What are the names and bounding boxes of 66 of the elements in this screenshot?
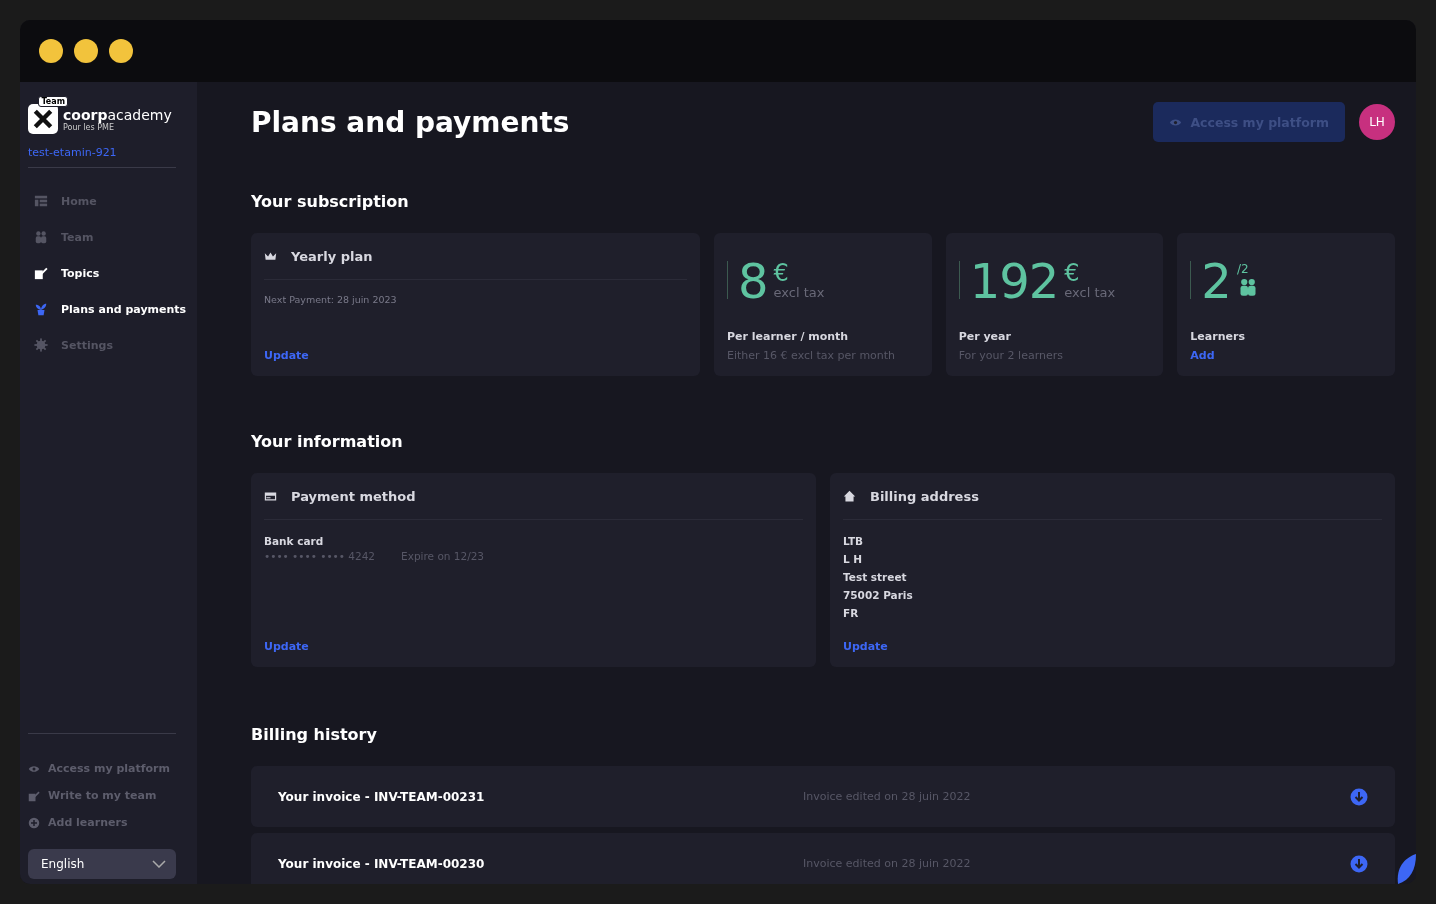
card-title: Payment method — [291, 489, 416, 504]
people-icon — [34, 230, 48, 244]
payment-type: Bank card — [264, 534, 325, 549]
tagline: Pour les PME — [63, 122, 114, 132]
stat-value: 8 — [738, 261, 768, 301]
address-line: LTB — [843, 534, 865, 549]
next-payment: Next Payment: 28 juin 2023 — [264, 294, 398, 305]
team-badge: Team — [38, 96, 68, 107]
chevron-down-icon — [152, 860, 166, 868]
card-title: Billing address — [870, 489, 979, 504]
sidebar-link[interactable]: Write to my team — [28, 789, 197, 802]
add-link[interactable]: Add — [1190, 349, 1215, 362]
stat-unit: € — [1064, 261, 1081, 285]
download-icon[interactable] — [1350, 854, 1368, 873]
card-number: •••• •••• •••• 4242 — [264, 550, 376, 562]
invoice-title: Your invoice - INV-TEAM-00231 — [278, 789, 486, 804]
invoice-row[interactable]: Your invoice - INV-TEAM-00230 Invoice edited on 28 juin 2022 — [251, 833, 1395, 884]
nav-item[interactable]: Plans and payments — [34, 302, 197, 316]
leaf-icon[interactable] — [1396, 854, 1416, 884]
section-heading: Your subscription — [251, 192, 410, 211]
section-heading: Billing history — [251, 725, 378, 744]
invoice-title: Your invoice - INV-TEAM-00230 — [278, 856, 486, 871]
section-heading: Your information — [251, 432, 404, 451]
card-title: Yearly plan — [291, 249, 373, 264]
home-icon — [843, 490, 856, 503]
download-icon[interactable] — [1350, 787, 1368, 806]
pencil-icon — [34, 266, 48, 280]
update-link[interactable]: Update — [264, 640, 309, 653]
stat-detail: For your 2 learners — [958, 349, 1064, 362]
card-icon — [264, 490, 277, 503]
sidebar-link[interactable]: Add learners — [28, 816, 197, 829]
stat-label: Per year — [958, 330, 1012, 343]
window-control[interactable] — [74, 39, 98, 63]
stat-note: excl tax — [773, 285, 825, 300]
invoice-date: Invoice edited on 28 juin 2022 — [803, 857, 972, 870]
update-link[interactable]: Update — [264, 349, 309, 362]
sidebar-link[interactable]: Access my platform — [28, 762, 197, 775]
update-link[interactable]: Update — [843, 640, 888, 653]
workspace-name: test-etamin-921 — [28, 146, 176, 168]
address-line: 75002 Paris — [843, 588, 914, 603]
page-title: Plans and payments — [251, 105, 571, 139]
stat-note: excl tax — [1064, 285, 1116, 300]
language-select[interactable]: English — [28, 849, 176, 879]
list-icon — [34, 194, 48, 208]
invoice-row[interactable]: Your invoice - INV-TEAM-00231 Invoice edited on 28 juin 2022 — [251, 766, 1395, 827]
logo-icon — [28, 104, 58, 134]
stat-unit: /2 — [1236, 261, 1250, 277]
user-avatar[interactable]: LH — [1359, 104, 1395, 140]
window-control[interactable] — [39, 39, 63, 63]
plant-icon — [34, 302, 48, 316]
address-line: FR — [843, 606, 860, 621]
stat-unit: € — [773, 261, 790, 285]
stat-value: 192 — [969, 261, 1059, 301]
pencil-icon — [28, 789, 40, 802]
stat-value: 2 — [1201, 261, 1231, 301]
plus-icon — [28, 816, 40, 829]
crown-icon — [264, 250, 277, 263]
address-line: Test street — [843, 570, 908, 585]
window-control[interactable] — [109, 39, 133, 63]
brand-name: coorpacademy — [63, 106, 172, 123]
stat-label: Learners — [1190, 330, 1246, 343]
stat-label: Per learner / month — [727, 330, 850, 343]
address-line: L H — [843, 552, 864, 567]
invoice-date: Invoice edited on 28 juin 2022 — [803, 790, 972, 803]
settings-icon — [34, 338, 48, 352]
nav-item[interactable]: Topics — [34, 266, 197, 280]
